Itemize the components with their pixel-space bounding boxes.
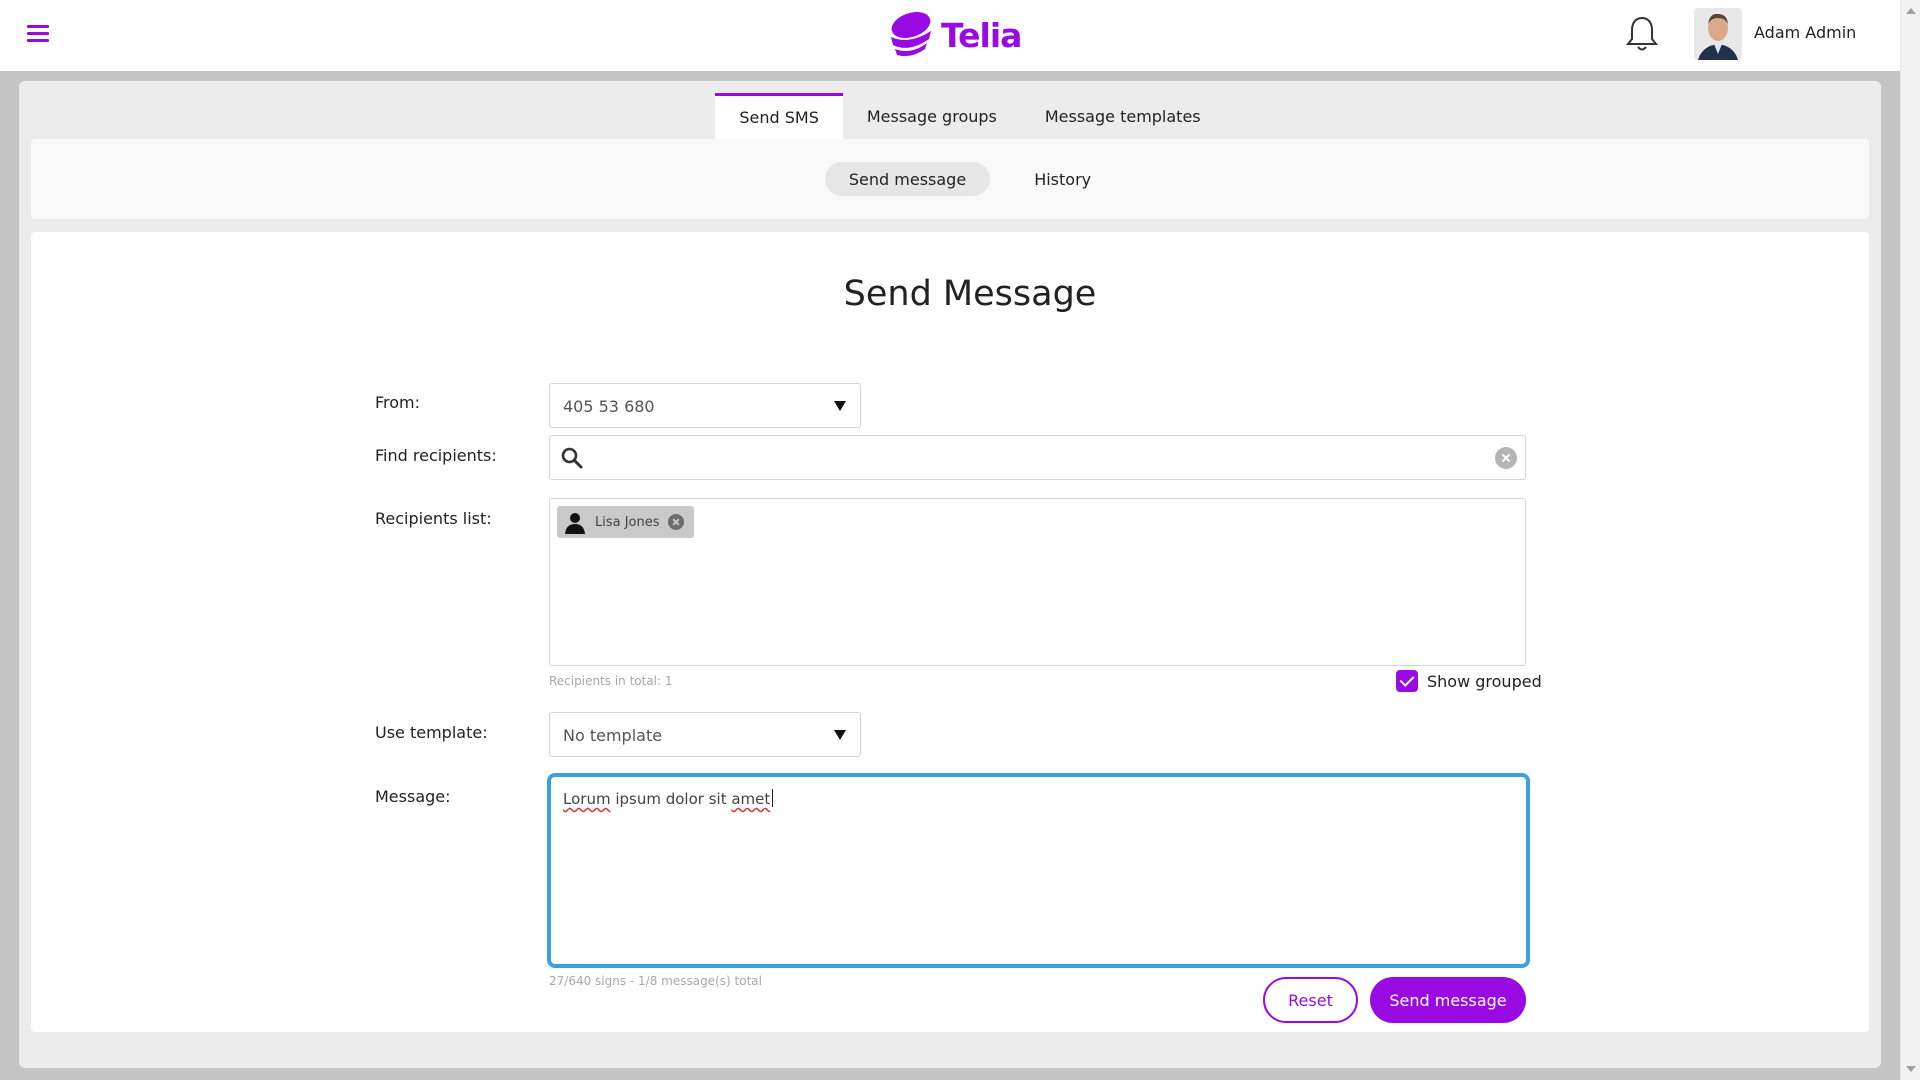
message-word: ipsum dolor sit	[615, 790, 727, 808]
show-grouped-checkbox[interactable]: Show grouped	[1396, 670, 1542, 692]
from-value: 405 53 680	[563, 397, 655, 416]
message-label: Message:	[375, 787, 451, 806]
tab-send-sms[interactable]: Send SMS	[715, 93, 843, 139]
telia-logo-icon	[891, 12, 931, 57]
recipients-list[interactable]: Lisa Jones	[549, 498, 1526, 666]
recipients-list-label: Recipients list:	[375, 509, 492, 528]
avatar[interactable]	[1694, 8, 1742, 60]
tab-message-templates[interactable]: Message templates	[1021, 93, 1225, 139]
message-word: Lorum	[563, 790, 611, 808]
menu-icon[interactable]	[24, 22, 52, 46]
recipient-chip[interactable]: Lisa Jones	[557, 506, 694, 538]
recipient-name: Lisa Jones	[595, 514, 660, 530]
tab-message-groups[interactable]: Message groups	[843, 93, 1021, 139]
clear-icon[interactable]	[1495, 447, 1517, 469]
show-grouped-label: Show grouped	[1427, 671, 1542, 691]
template-select[interactable]: No template	[549, 712, 861, 757]
send-message-button[interactable]: Send message	[1370, 977, 1526, 1023]
telia-logo[interactable]: Telia	[885, 8, 1022, 62]
send-message-form: Send Message From: 405 53 680 Find recip…	[31, 232, 1869, 1032]
top-bar: Telia Adam Admin	[0, 0, 1900, 71]
reset-button[interactable]: Reset	[1263, 977, 1358, 1023]
message-text: Lorum ipsum dolor sit amet	[563, 789, 774, 808]
text-cursor	[772, 789, 774, 807]
from-label: From:	[375, 393, 421, 412]
sub-navigation: Send message History	[31, 139, 1869, 219]
remove-recipient-icon[interactable]	[667, 514, 684, 530]
user-name[interactable]: Adam Admin	[1754, 23, 1856, 42]
message-textarea[interactable]: Lorum ipsum dolor sit amet	[547, 773, 1530, 968]
brand-name: Telia	[941, 15, 1022, 55]
user-photo-icon	[1694, 8, 1742, 60]
checkbox-checked-icon[interactable]	[1396, 670, 1418, 692]
subtab-send-message[interactable]: Send message	[824, 162, 991, 196]
caret-down-icon	[834, 401, 846, 411]
search-icon	[561, 447, 583, 469]
recipients-total: Recipients in total: 1	[549, 674, 673, 688]
main-panel: Send SMS Message groups Message template…	[19, 81, 1881, 1068]
find-recipients-field[interactable]	[549, 435, 1526, 480]
subtab-history[interactable]: History	[1010, 162, 1115, 196]
find-recipients-input[interactable]	[594, 440, 1474, 476]
message-word: amet	[731, 790, 771, 808]
caret-down-icon	[834, 730, 846, 740]
use-template-label: Use template:	[375, 723, 488, 742]
bell-icon[interactable]	[1624, 14, 1660, 54]
message-counter: 27/640 signs - 1/8 message(s) total	[549, 974, 762, 988]
from-select[interactable]: 405 53 680	[549, 383, 861, 428]
page-title: Send Message	[843, 274, 1097, 314]
find-recipients-label: Find recipients:	[375, 446, 497, 465]
template-value: No template	[563, 726, 663, 745]
scroll-down-icon[interactable]	[1906, 1066, 1916, 1072]
person-icon	[565, 513, 585, 534]
main-tabs: Send SMS Message groups Message template…	[19, 93, 1881, 139]
scroll-up-icon[interactable]	[1906, 8, 1916, 14]
scrollbar[interactable]	[1900, 0, 1920, 1080]
